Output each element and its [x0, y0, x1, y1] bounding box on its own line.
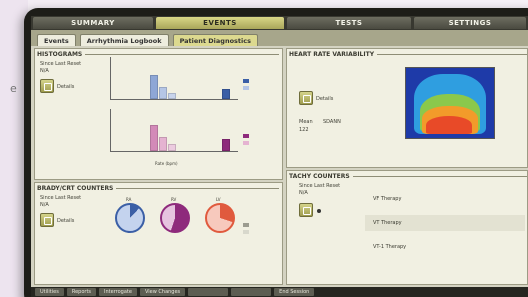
brady-since-value: N/A [40, 202, 49, 208]
legend-swatch [243, 79, 249, 83]
rv-pacing-gauge [160, 203, 190, 233]
tachy-row-vt1[interactable]: VT-1 Therapy [365, 239, 525, 255]
rv-gauge-label: RV [171, 197, 177, 202]
legend-swatch [243, 134, 249, 138]
hrv-mean-value: 122 [299, 127, 309, 133]
x-axis [110, 151, 238, 152]
histogram-upper [110, 57, 240, 105]
y-axis [110, 57, 111, 99]
subtab-patient-diagnostics[interactable]: Patient Diagnostics [172, 34, 258, 46]
histograms-since-label: Since Last Reset [40, 61, 82, 67]
histograms-details-label: Details [57, 84, 75, 90]
y-axis [110, 109, 111, 151]
brady-counters-panel: BRADY/CRT COUNTERS Since Last Reset N/A … [34, 182, 283, 285]
blank-button[interactable] [188, 288, 229, 296]
tachy-since-label: Since Last Reset [299, 183, 341, 189]
sub-tab-bar: Events Arrhythmia Logbook Patient Diagno… [31, 30, 528, 46]
histogram-bar [159, 87, 167, 99]
histogram-lower [110, 109, 240, 157]
ra-pacing-gauge [115, 203, 145, 233]
histograms-panel: HISTOGRAMS Since Last Reset N/A Details … [34, 48, 283, 180]
legend-swatch [243, 230, 249, 234]
x-axis [110, 99, 238, 100]
lv-gauge-label: LV [216, 197, 221, 202]
reports-button[interactable]: Reports [66, 288, 97, 296]
histogram-x-axis-label: Rate (bpm) [155, 161, 178, 166]
hrv-sdann-label: SDANN [323, 119, 341, 125]
background-text-fragment: e [10, 82, 17, 95]
heatmap-layer [426, 116, 472, 134]
tachy-counters-panel: TACHY COUNTERS Since Last Reset N/A VF T… [286, 170, 528, 285]
tab-tests[interactable]: TESTS [287, 17, 411, 29]
histogram-bar [222, 139, 230, 151]
histogram-bar [150, 75, 158, 99]
legend-swatch [243, 223, 249, 227]
end-session-button[interactable]: End Session [274, 288, 315, 296]
hrv-details-label: Details [316, 96, 334, 102]
histogram-bar [150, 125, 158, 151]
histogram-bar [159, 137, 167, 151]
legend-swatch [243, 86, 249, 90]
histograms-since-value: N/A [40, 68, 49, 74]
bottom-button-bar: Utilities Reports Interrogate View Chang… [31, 287, 528, 297]
utilities-button[interactable]: Utilities [35, 288, 64, 296]
tab-events[interactable]: EVENTS [156, 17, 284, 29]
tachy-row-vf[interactable]: VF Therapy [365, 191, 525, 207]
blank-button[interactable] [231, 288, 272, 296]
histogram-bar [168, 144, 176, 151]
top-tab-bar: SUMMARY EVENTS TESTS SETTINGS [31, 16, 528, 30]
hrv-title: HEART RATE VARIABILITY [289, 51, 378, 58]
brady-since-label: Since Last Reset [40, 195, 82, 201]
subtab-events[interactable]: Events [37, 34, 76, 46]
tab-settings[interactable]: SETTINGS [414, 17, 526, 29]
histograms-details-button[interactable] [40, 79, 54, 93]
ra-gauge-label: RA [126, 197, 132, 202]
lv-pacing-gauge [205, 203, 235, 233]
view-changes-button[interactable]: View Changes [139, 288, 186, 296]
histogram-bar [222, 89, 230, 99]
hrv-mean-label: Mean [299, 119, 313, 125]
brady-counters-title: BRADY/CRT COUNTERS [37, 185, 117, 192]
programmer-screen: SUMMARY EVENTS TESTS SETTINGS Events Arr… [31, 16, 528, 297]
hrv-details-button[interactable] [299, 91, 313, 105]
brady-details-button[interactable] [40, 213, 54, 227]
tachy-details-button[interactable] [299, 203, 313, 217]
hrv-heatmap [405, 67, 495, 139]
legend-swatch [243, 141, 249, 145]
tachy-since-value: N/A [299, 190, 308, 196]
bullet-icon [317, 209, 321, 213]
tachy-row-vt[interactable]: VT Therapy [365, 215, 525, 231]
interrogate-button[interactable]: Interrogate [99, 288, 137, 296]
tachy-counters-title: TACHY COUNTERS [289, 173, 353, 180]
brady-details-label: Details [57, 218, 75, 224]
hrv-panel: HEART RATE VARIABILITY Details Mean 122 … [286, 48, 528, 168]
histogram-bar [168, 93, 176, 99]
histograms-title: HISTOGRAMS [37, 51, 86, 58]
tab-summary[interactable]: SUMMARY [33, 17, 153, 29]
subtab-arrhythmia-logbook[interactable]: Arrhythmia Logbook [79, 34, 169, 46]
